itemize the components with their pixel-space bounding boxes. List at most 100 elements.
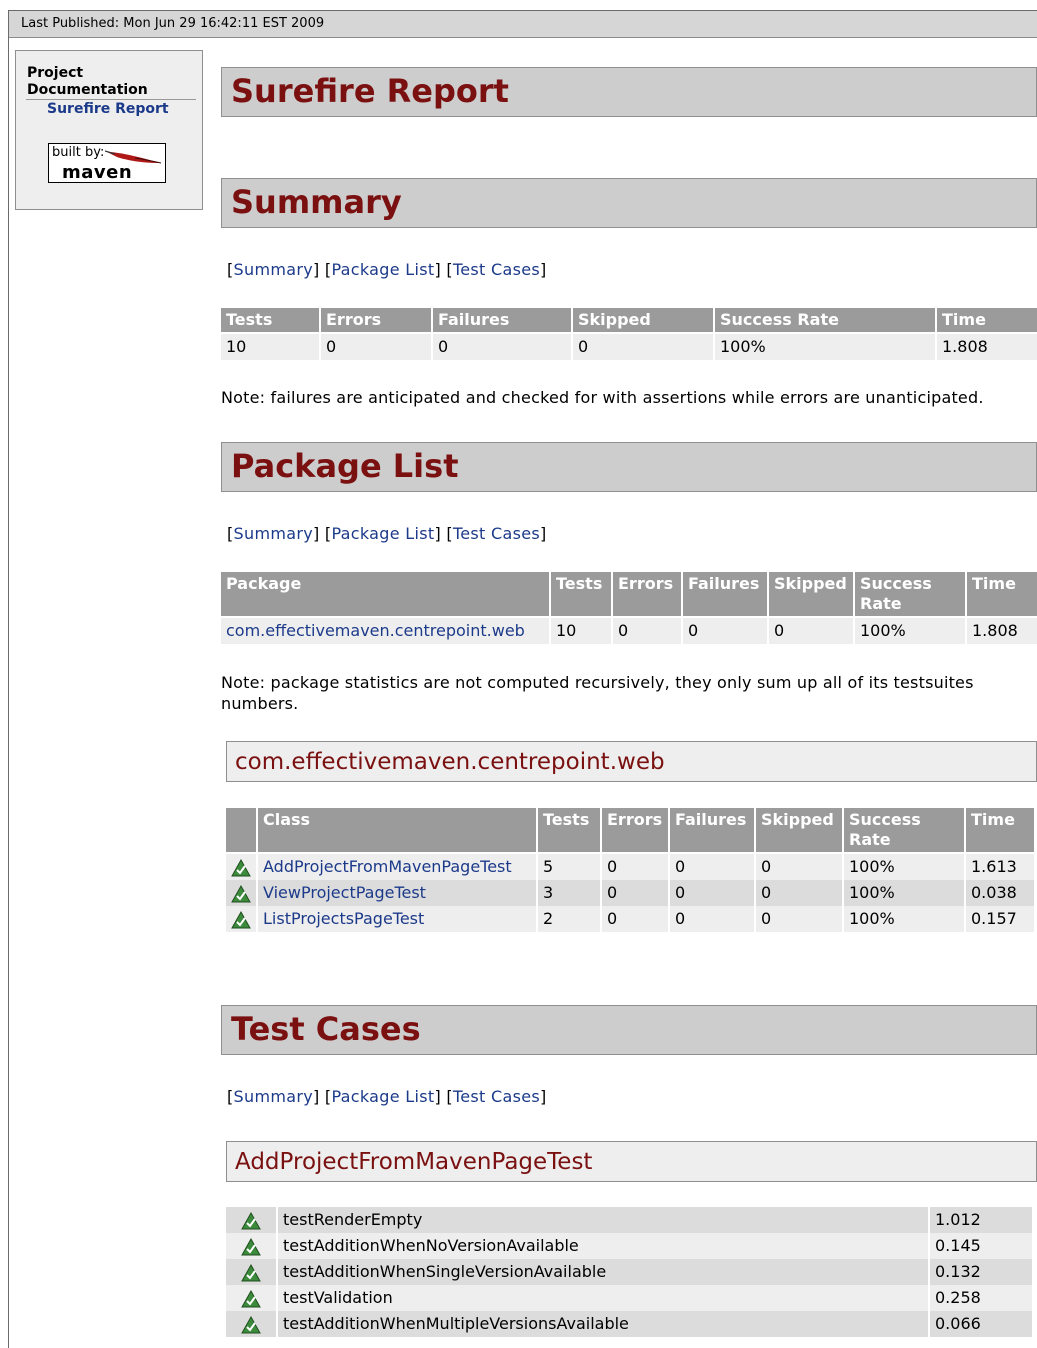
nav-heading-line2: Documentation xyxy=(27,82,148,98)
testcase-table: testRenderEmpty 1.012 testAdditionWhenNo… xyxy=(224,1207,1034,1337)
badge-built-by-text: built by: xyxy=(52,145,105,160)
link-test-cases[interactable]: Test Cases xyxy=(453,524,540,543)
package-note: Note: package statistics are not compute… xyxy=(221,673,974,713)
col-tests: Tests xyxy=(538,808,600,854)
col-success-rate: Success Rate xyxy=(715,308,935,334)
success-icon xyxy=(241,1289,261,1307)
success-icon xyxy=(241,1263,261,1281)
package-list-title: Package List xyxy=(231,447,459,485)
cell-status xyxy=(226,1259,276,1285)
cell-class: ListProjectsPageTest xyxy=(258,906,536,932)
nav-divider xyxy=(26,99,196,100)
col-failures: Failures xyxy=(433,308,571,334)
report-title-header: Surefire Report xyxy=(221,67,1037,117)
cell-skipped: 0 xyxy=(769,618,853,644)
cell-status xyxy=(226,1207,276,1233)
cell-tests: 10 xyxy=(551,618,611,644)
cell-errors: 0 xyxy=(602,854,668,880)
table-row: testAdditionWhenSingleVersionAvailable 0… xyxy=(226,1259,1032,1285)
col-failures: Failures xyxy=(670,808,754,854)
section-navlinks: [Summary] [Package List] [Test Cases] xyxy=(227,1087,547,1106)
cell-time: 0.145 xyxy=(930,1233,1032,1259)
cell-failures: 0 xyxy=(670,880,754,906)
cell-failures: 0 xyxy=(670,906,754,932)
link-package-list[interactable]: Package List xyxy=(331,260,434,279)
cell-success-rate: 100% xyxy=(715,334,935,360)
table-row: testRenderEmpty 1.012 xyxy=(226,1207,1032,1233)
col-success-rate: Success Rate xyxy=(855,572,965,618)
cell-class: AddProjectFromMavenPageTest xyxy=(258,854,536,880)
published-date: Last Published: Mon Jun 29 16:42:11 EST … xyxy=(21,16,325,31)
col-skipped: Skipped xyxy=(756,808,842,854)
class-link[interactable]: AddProjectFromMavenPageTest xyxy=(263,857,512,876)
cell-time: 0.157 xyxy=(966,906,1034,932)
col-time: Time xyxy=(937,308,1037,334)
package-section-header: com.effectivemaven.centrepoint.web xyxy=(226,741,1037,782)
link-summary[interactable]: Summary xyxy=(234,1087,313,1106)
cell-status xyxy=(226,880,256,906)
success-icon xyxy=(241,1237,261,1255)
cell-errors: 0 xyxy=(613,618,681,644)
col-errors: Errors xyxy=(613,572,681,618)
col-success-rate: Success Rate xyxy=(844,808,964,854)
link-package-list[interactable]: Package List xyxy=(331,1087,434,1106)
testcase-section-header: AddProjectFromMavenPageTest xyxy=(226,1141,1037,1182)
cell-status xyxy=(226,1233,276,1259)
table-header-row: Package Tests Errors Failures Skipped Su… xyxy=(221,572,1037,618)
table-row: testAdditionWhenNoVersionAvailable 0.145 xyxy=(226,1233,1032,1259)
success-icon xyxy=(231,910,251,928)
success-icon xyxy=(241,1315,261,1333)
col-skipped: Skipped xyxy=(573,308,713,334)
cell-class: ViewProjectPageTest xyxy=(258,880,536,906)
success-icon xyxy=(231,884,251,902)
table-row: AddProjectFromMavenPageTest 5 0 0 0 100%… xyxy=(226,854,1034,880)
summary-note: Note: failures are anticipated and check… xyxy=(221,388,984,407)
badge-maven-text: maven xyxy=(62,162,133,183)
package-link[interactable]: com.effectivemaven.centrepoint.web xyxy=(226,621,525,640)
cell-tests: 3 xyxy=(538,880,600,906)
sidebar-item-surefire-report[interactable]: Surefire Report xyxy=(47,101,169,117)
nav-heading: Project Documentation xyxy=(27,65,148,99)
package-section-title: com.effectivemaven.centrepoint.web xyxy=(235,749,665,775)
test-cases-header: Test Cases xyxy=(221,1005,1037,1055)
class-link[interactable]: ListProjectsPageTest xyxy=(263,909,424,928)
table-row: testAdditionWhenMultipleVersionsAvailabl… xyxy=(226,1311,1032,1337)
col-time: Time xyxy=(966,808,1034,854)
cell-success-rate: 100% xyxy=(844,880,964,906)
cell-tests: 5 xyxy=(538,854,600,880)
col-tests: Tests xyxy=(221,308,319,334)
link-package-list[interactable]: Package List xyxy=(331,524,434,543)
link-test-cases[interactable]: Test Cases xyxy=(453,1087,540,1106)
built-by-maven-logo[interactable]: built by: maven xyxy=(48,143,166,183)
cell-status xyxy=(226,906,256,932)
cell-test-name: testRenderEmpty xyxy=(278,1207,928,1233)
package-list-header: Package List xyxy=(221,442,1037,492)
link-summary[interactable]: Summary xyxy=(234,524,313,543)
cell-test-name: testAdditionWhenSingleVersionAvailable xyxy=(278,1259,928,1285)
table-row: 10 0 0 0 100% 1.808 xyxy=(221,334,1037,360)
col-status xyxy=(226,808,256,854)
cell-package: com.effectivemaven.centrepoint.web xyxy=(221,618,549,644)
col-errors: Errors xyxy=(321,308,431,334)
published-banner: Last Published: Mon Jun 29 16:42:11 EST … xyxy=(9,11,1037,38)
cell-time: 1.613 xyxy=(966,854,1034,880)
class-link[interactable]: ViewProjectPageTest xyxy=(263,883,426,902)
cell-skipped: 0 xyxy=(756,854,842,880)
cell-errors: 0 xyxy=(602,880,668,906)
table-row: ListProjectsPageTest 2 0 0 0 100% 0.157 xyxy=(226,906,1034,932)
cell-tests: 2 xyxy=(538,906,600,932)
success-icon xyxy=(231,858,251,876)
cell-tests: 10 xyxy=(221,334,319,360)
nav-heading-line1: Project xyxy=(27,65,84,81)
cell-skipped: 0 xyxy=(573,334,713,360)
link-test-cases[interactable]: Test Cases xyxy=(453,260,540,279)
cell-failures: 0 xyxy=(433,334,571,360)
table-row: ViewProjectPageTest 3 0 0 0 100% 0.038 xyxy=(226,880,1034,906)
cell-failures: 0 xyxy=(670,854,754,880)
table-header-row: Tests Errors Failures Skipped Success Ra… xyxy=(221,308,1037,334)
cell-errors: 0 xyxy=(602,906,668,932)
col-class: Class xyxy=(258,808,536,854)
cell-status xyxy=(226,1311,276,1337)
cell-time: 1.808 xyxy=(937,334,1037,360)
link-summary[interactable]: Summary xyxy=(234,260,313,279)
